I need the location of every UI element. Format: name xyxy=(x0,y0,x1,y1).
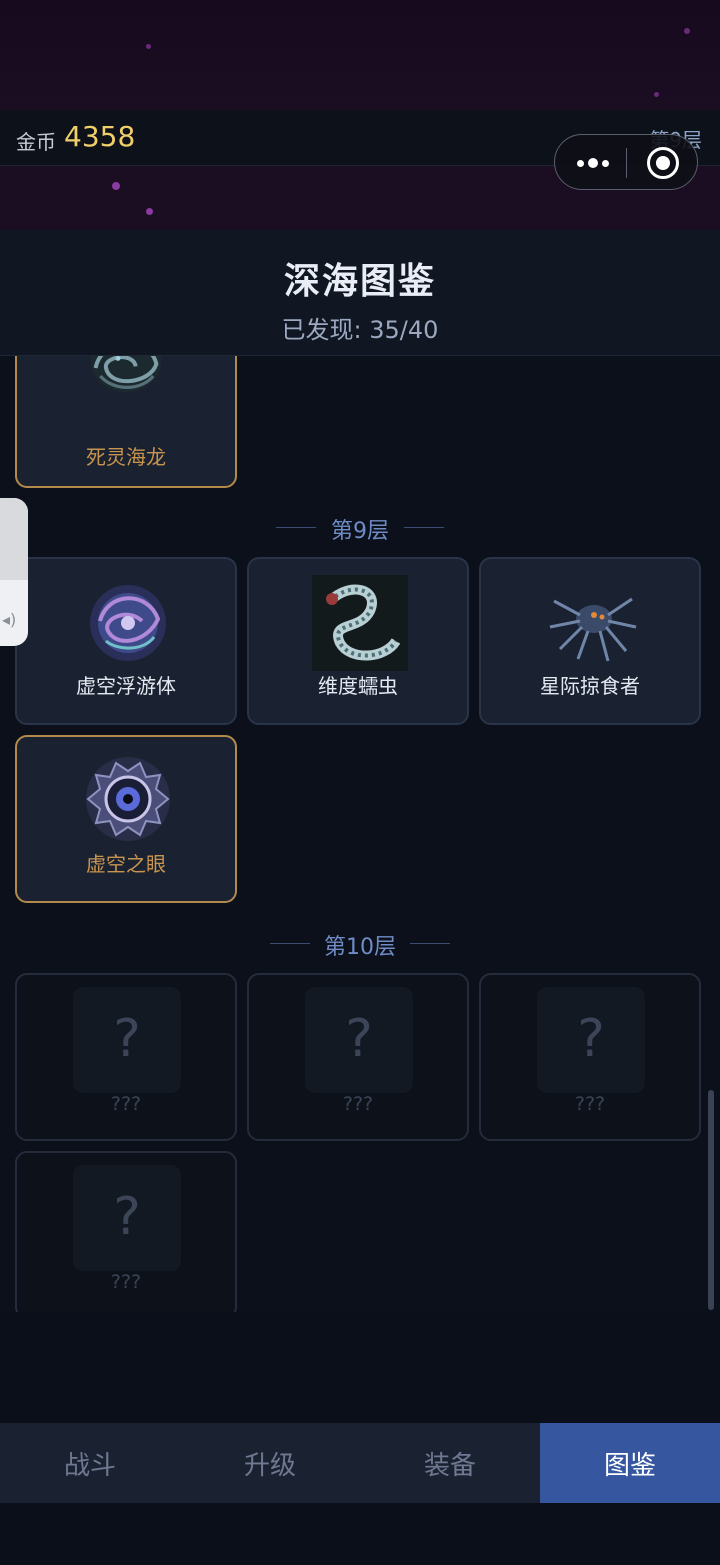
locked-portrait: ? xyxy=(73,1165,181,1271)
question-mark-icon: ? xyxy=(345,1009,373,1069)
coin-value: 4358 xyxy=(64,120,136,153)
capsule-divider xyxy=(626,148,627,178)
page-header: 深海图鉴 已发现: 35/40 xyxy=(0,230,720,356)
discovered-count: 已发现: 35/40 xyxy=(281,316,439,344)
creature-card-dimension-worm[interactable]: 维度蠕虫 xyxy=(247,557,469,725)
creature-card-locked[interactable]: ? ??? xyxy=(15,973,237,1141)
top-background xyxy=(0,0,720,110)
question-mark-icon: ? xyxy=(577,1009,605,1069)
coin-label: 金币 xyxy=(16,130,56,154)
creature-card-locked-boss[interactable]: ? ??? xyxy=(15,1151,237,1312)
floor-divider-10: 第10层 xyxy=(0,923,720,963)
worm-art-icon xyxy=(312,575,408,671)
creature-card-star-predator[interactable]: 星际掠食者 xyxy=(479,557,701,725)
tab-equipment[interactable]: 装备 xyxy=(360,1423,540,1503)
star-dot xyxy=(146,208,153,215)
bottom-tab-bar: 战斗 升级 装备 图鉴 xyxy=(0,1423,720,1503)
floor-divider-label: 第9层 xyxy=(331,519,389,544)
speaker-icon: ◂) xyxy=(2,610,17,629)
dragon-art-icon xyxy=(90,356,162,392)
divider-line xyxy=(410,943,450,944)
tab-battle[interactable]: 战斗 xyxy=(0,1423,180,1503)
question-mark-icon: ? xyxy=(113,1187,141,1247)
tab-codex[interactable]: 图鉴 xyxy=(540,1423,720,1503)
creature-name: ??? xyxy=(110,1093,142,1115)
creature-card-void-eye[interactable]: 虚空之眼 xyxy=(15,735,237,903)
locked-portrait: ? xyxy=(305,987,413,1093)
creature-name: 虚空之眼 xyxy=(86,852,166,876)
side-panel-top xyxy=(0,498,28,580)
eye-art-icon xyxy=(86,757,170,841)
miniprogram-capsule xyxy=(554,134,698,190)
side-float-panel[interactable]: ◂) xyxy=(0,498,28,646)
void-orb-art-icon xyxy=(90,585,166,661)
creature-card-locked[interactable]: ? ??? xyxy=(479,973,701,1141)
creature-card-void-floater[interactable]: 虚空浮游体 xyxy=(15,557,237,725)
star-dot xyxy=(146,44,151,49)
locked-portrait: ? xyxy=(73,987,181,1093)
more-dots-icon[interactable] xyxy=(573,145,613,181)
creature-name: ??? xyxy=(342,1093,374,1115)
divider-line xyxy=(404,527,444,528)
star-dot xyxy=(684,28,690,34)
creature-card-locked[interactable]: ? ??? xyxy=(247,973,469,1141)
codex-scroll-area[interactable]: 死灵海龙 第9层 虚空浮游体 维度蠕虫 星际掠食者 虚空之眼 第10层 ? ??… xyxy=(0,356,720,1312)
creature-name: 星际掠食者 xyxy=(540,674,640,698)
creature-card-dead-sea-dragon[interactable]: 死灵海龙 xyxy=(15,356,237,488)
creature-name: ??? xyxy=(574,1093,606,1115)
question-mark-icon: ? xyxy=(113,1009,141,1069)
star-dot xyxy=(654,92,659,97)
creature-name: 维度蠕虫 xyxy=(318,674,398,698)
creature-name: 死灵海龙 xyxy=(86,445,166,469)
locked-portrait: ? xyxy=(537,987,645,1093)
creature-name: 虚空浮游体 xyxy=(76,674,176,698)
floor-divider-9: 第9层 xyxy=(0,507,720,547)
creature-name: ??? xyxy=(110,1271,142,1293)
page-title: 深海图鉴 xyxy=(283,261,436,302)
star-dot xyxy=(112,182,120,190)
target-circle-icon[interactable] xyxy=(647,147,679,179)
scrollbar[interactable] xyxy=(708,1090,714,1310)
floor-divider-label: 第10层 xyxy=(324,935,396,960)
spider-art-icon xyxy=(549,597,637,662)
tab-upgrade[interactable]: 升级 xyxy=(180,1423,360,1503)
